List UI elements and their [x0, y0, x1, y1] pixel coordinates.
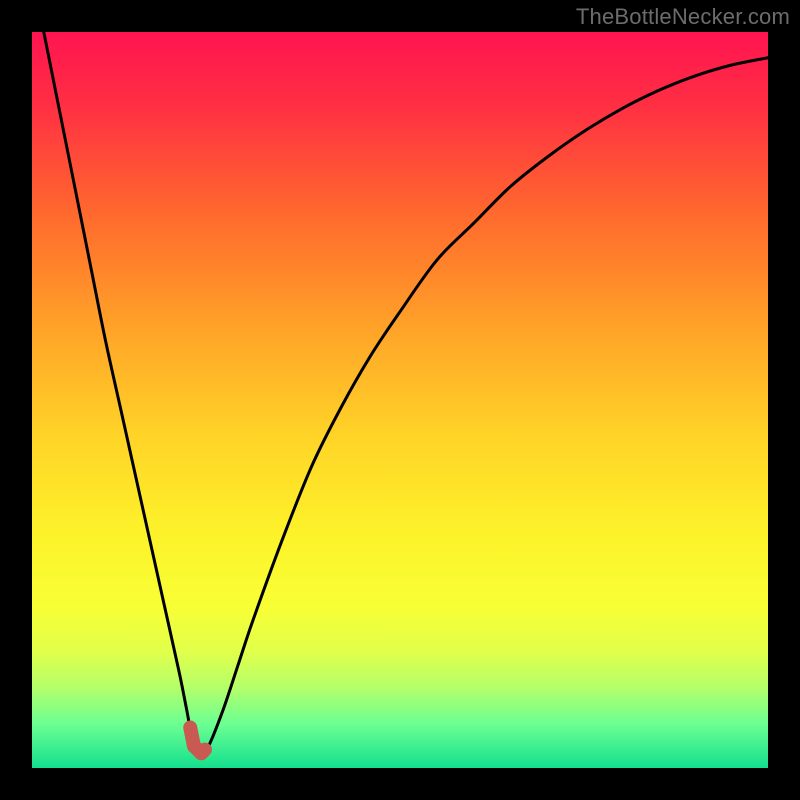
chart-svg — [32, 32, 768, 768]
chart-background-gradient — [32, 32, 768, 768]
watermark-text: TheBottleNecker.com — [576, 4, 790, 30]
chart-plot-area — [32, 32, 768, 768]
chart-frame: TheBottleNecker.com — [0, 0, 800, 800]
